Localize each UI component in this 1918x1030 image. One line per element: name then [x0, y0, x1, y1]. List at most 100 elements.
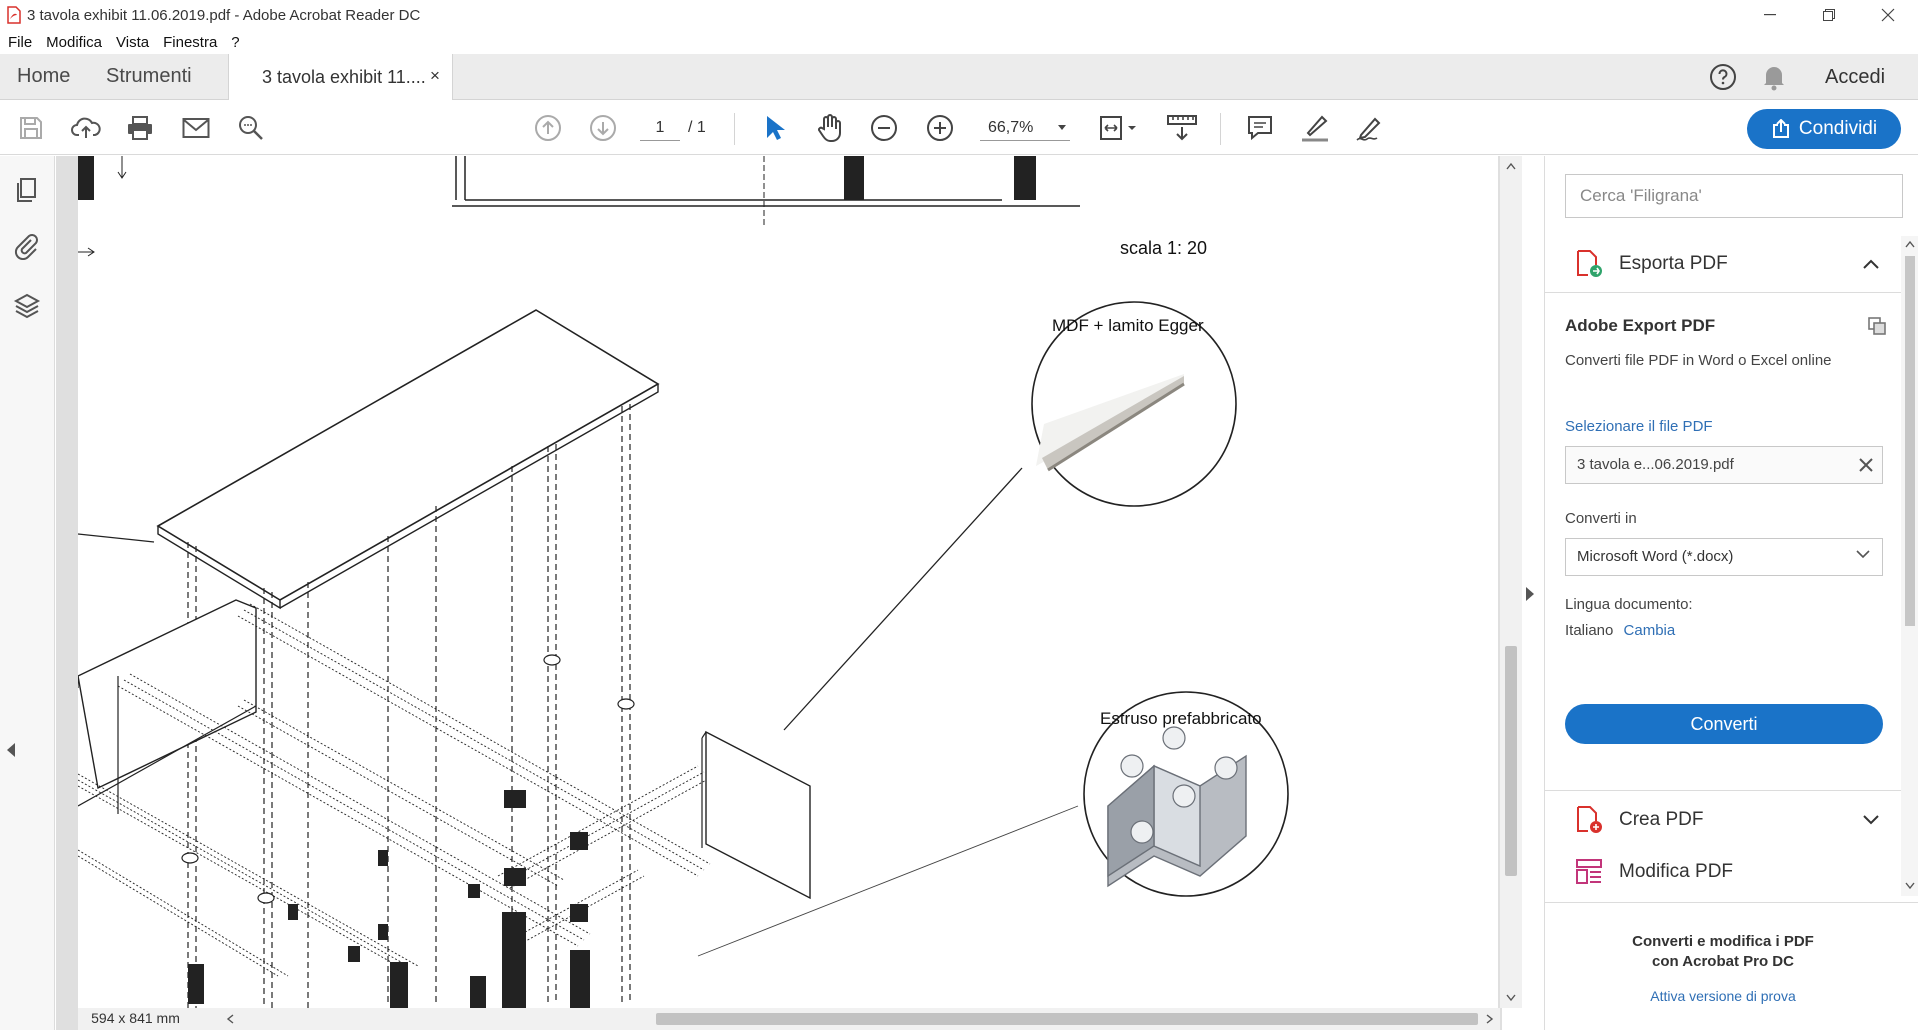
callout-mdf-label: MDF + lamito Egger — [1052, 316, 1204, 335]
document-language-row: Italiano Cambia — [1565, 622, 1675, 639]
menu-finestra[interactable]: Finestra — [163, 34, 217, 51]
scroll-up-icon[interactable] — [1506, 162, 1516, 170]
hand-tool-button[interactable] — [814, 113, 846, 143]
zoom-level-select[interactable]: 66,7% — [980, 115, 1070, 141]
horizontal-scroll-thumb[interactable] — [656, 1013, 1478, 1025]
cloud-upload-icon — [71, 117, 101, 138]
scroll-left-icon[interactable] — [226, 1014, 234, 1024]
promo-text: Converti e modifica i PDF con Acrobat Pr… — [1545, 932, 1901, 972]
page-number-input[interactable]: 1 — [640, 115, 680, 141]
search-tools-input[interactable]: Cerca 'Filigrana' — [1565, 174, 1903, 218]
scroll-right-icon[interactable] — [1486, 1014, 1494, 1024]
edit-pdf-icon — [1576, 859, 1602, 884]
sign-button[interactable] — [1354, 113, 1386, 143]
highlight-button[interactable] — [1299, 113, 1331, 143]
layers-icon[interactable] — [13, 292, 41, 320]
convert-format-select[interactable]: Microsoft Word (*.docx) — [1565, 538, 1883, 576]
restore-button[interactable] — [1801, 0, 1857, 30]
tab-close-button[interactable]: × — [430, 66, 440, 86]
restore-icon — [1823, 9, 1835, 21]
scroll-up-icon[interactable] — [1905, 240, 1915, 248]
menu-help[interactable]: ? — [231, 34, 239, 51]
callout-estruso-label: Estruso prefabbricato — [1100, 709, 1262, 728]
tab-document-label: 3 tavola exhibit 11.... — [262, 67, 426, 87]
chevron-down-icon — [1863, 815, 1879, 825]
arrow-up-circle-icon — [535, 115, 561, 141]
tab-tools[interactable]: Strumenti — [106, 65, 192, 88]
convert-to-label: Converti in — [1565, 510, 1637, 527]
vertical-scrollbar[interactable] — [1500, 156, 1522, 1008]
selected-file-name: 3 tavola e...06.2019.pdf — [1577, 456, 1734, 473]
menu-modifica[interactable]: Modifica — [46, 34, 102, 51]
horizontal-scrollbar[interactable]: 594 x 841 mm — [78, 1008, 1500, 1030]
convert-button[interactable]: Converti — [1565, 704, 1883, 744]
convert-format-value: Microsoft Word (*.docx) — [1577, 548, 1734, 565]
sign-in-link[interactable]: Accedi — [1825, 66, 1885, 89]
document-view[interactable]: scala 1: 20 MDF + lamito Egger Estruso p… — [56, 156, 1502, 1030]
create-pdf-section-title: Crea PDF — [1619, 809, 1704, 830]
section-divider — [1545, 292, 1901, 293]
expand-right-panel-arrow[interactable] — [1526, 587, 1534, 601]
pen-sign-icon — [1356, 117, 1381, 141]
tools-pane-scroll-thumb[interactable] — [1905, 256, 1915, 626]
menu-vista[interactable]: Vista — [116, 34, 149, 51]
collapse-left-panel-arrow[interactable] — [7, 743, 15, 757]
email-button[interactable] — [180, 113, 212, 143]
zoom-out-icon — [871, 115, 897, 141]
minimize-button[interactable] — [1742, 0, 1798, 30]
share-button-label: Condividi — [1798, 118, 1878, 139]
pdf-page: scala 1: 20 MDF + lamito Egger Estruso p… — [78, 156, 1498, 1008]
scroll-down-icon[interactable] — [1506, 994, 1516, 1002]
menu-file[interactable]: File — [8, 34, 32, 51]
print-button[interactable] — [124, 113, 156, 143]
acrobat-pro-promo: Converti e modifica i PDF con Acrobat Pr… — [1545, 904, 1901, 1030]
promo-line-1: Converti e modifica i PDF — [1632, 933, 1814, 950]
tools-pane-scrollbar[interactable] — [1901, 236, 1918, 896]
comment-button[interactable] — [1244, 113, 1276, 143]
tab-home[interactable]: Home — [17, 65, 70, 88]
zoom-level-value: 66,7% — [988, 119, 1034, 136]
close-icon — [1881, 8, 1895, 22]
edit-pdf-section-header[interactable]: Modifica PDF — [1545, 848, 1901, 896]
page-total: / 1 — [688, 119, 706, 136]
selected-file-field[interactable]: 3 tavola e...06.2019.pdf — [1565, 446, 1883, 484]
adobe-export-subtitle: Converti file PDF in Word o Excel online — [1565, 352, 1832, 369]
share-button[interactable]: Condividi — [1747, 109, 1901, 149]
select-file-link[interactable]: Selezionare il file PDF — [1565, 418, 1713, 435]
acrobat-app-icon — [7, 6, 21, 24]
export-pdf-section-header[interactable]: Esporta PDF — [1545, 236, 1901, 292]
scroll-down-icon[interactable] — [1905, 882, 1915, 890]
fit-page-button[interactable] — [1096, 113, 1140, 143]
clear-file-icon[interactable] — [1859, 458, 1873, 472]
scroll-mode-button[interactable] — [1164, 113, 1200, 143]
arrow-down-circle-icon — [590, 115, 616, 141]
save-button[interactable] — [15, 113, 47, 143]
hand-icon — [818, 114, 841, 142]
zoom-out-button[interactable] — [868, 113, 900, 143]
copy-icon[interactable] — [1867, 316, 1887, 336]
scroll-mode-icon — [1167, 115, 1197, 141]
select-tool-button[interactable] — [758, 113, 790, 143]
vertical-scroll-thumb[interactable] — [1505, 646, 1517, 876]
scale-label: scala 1: 20 — [1120, 238, 1208, 258]
help-icon[interactable] — [1709, 63, 1737, 91]
tab-document[interactable]: 3 tavola exhibit 11.... × — [228, 54, 453, 100]
previous-page-button[interactable] — [532, 113, 564, 143]
create-pdf-section-header[interactable]: Crea PDF — [1545, 792, 1901, 848]
section-divider — [1545, 902, 1918, 903]
close-window-button[interactable] — [1860, 0, 1916, 30]
window-title: 3 tavola exhibit 11.06.2019.pdf - Adobe … — [27, 6, 421, 24]
page-thumbnails-icon[interactable] — [13, 176, 41, 204]
zoom-in-button[interactable] — [924, 113, 956, 143]
attachment-icon[interactable] — [13, 232, 41, 260]
toolbar-divider — [1220, 113, 1221, 145]
create-pdf-icon — [1577, 806, 1602, 833]
next-page-button[interactable] — [587, 113, 619, 143]
adobe-export-title: Adobe Export PDF — [1565, 316, 1716, 335]
change-language-link[interactable]: Cambia — [1624, 622, 1676, 639]
menu-bar: File Modifica Vista Finestra ? — [0, 30, 1918, 54]
start-trial-link[interactable]: Attiva versione di prova — [1545, 988, 1901, 1004]
upload-button[interactable] — [70, 113, 102, 143]
notification-bell-icon[interactable] — [1762, 63, 1786, 91]
find-button[interactable] — [235, 113, 267, 143]
